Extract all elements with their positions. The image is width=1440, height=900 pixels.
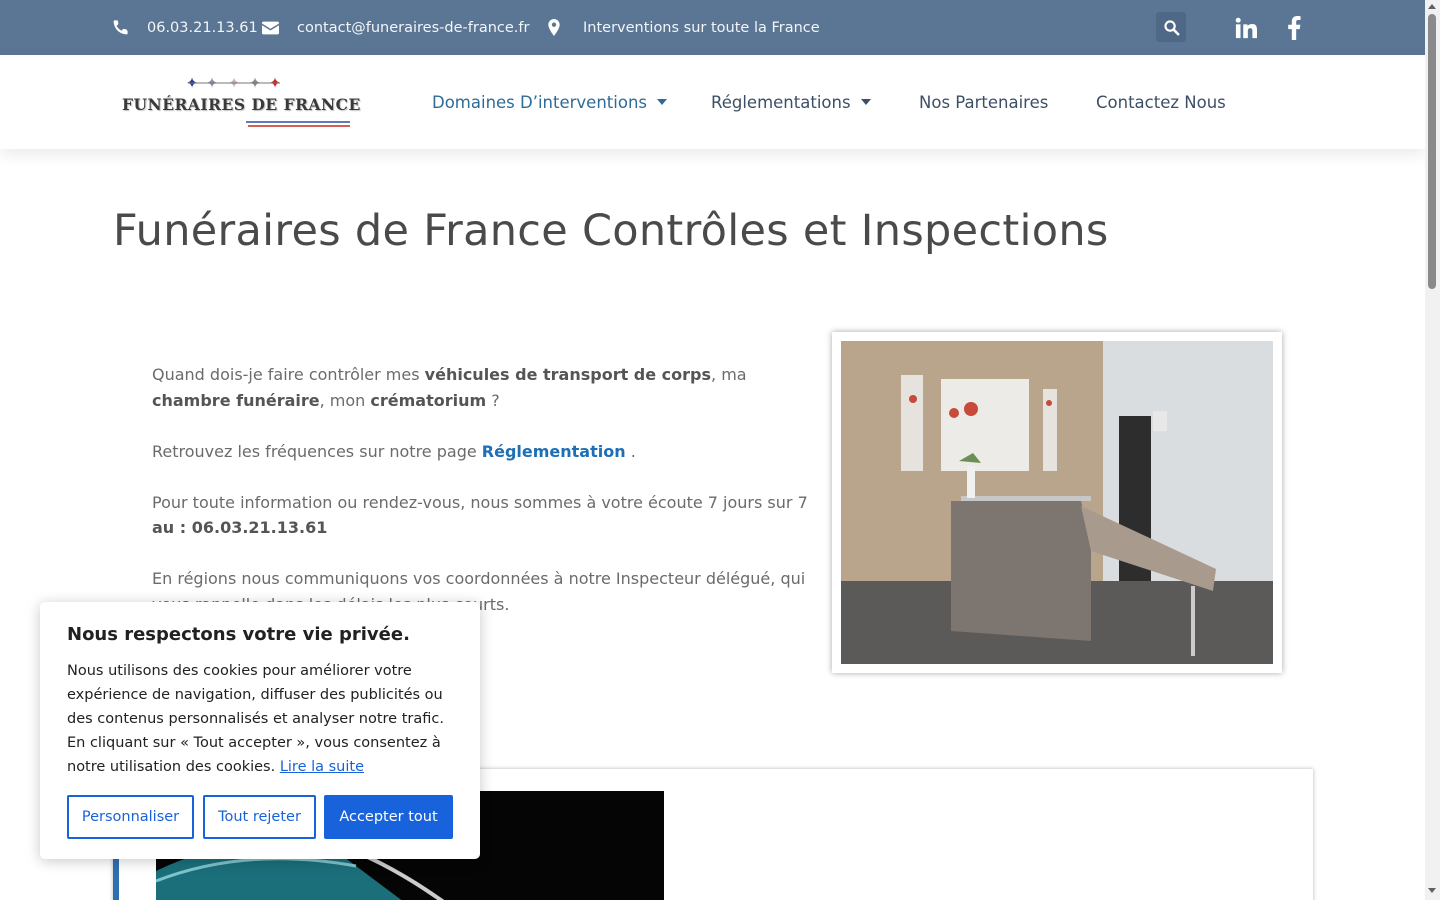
phone-icon <box>113 20 128 35</box>
top-bar: 06.03.21.13.61 contact@funeraires-de-fra… <box>0 0 1425 55</box>
search-button[interactable] <box>1156 12 1186 42</box>
text-span: Quand dois-je faire contrôler mes <box>152 365 425 384</box>
paragraph-controle: Quand dois-je faire contrôler mes véhicu… <box>152 362 812 413</box>
text-span: Retrouvez les fréquences sur notre page <box>152 441 482 461</box>
intro-content: Quand dois-je faire contrôler mes véhicu… <box>152 362 812 643</box>
bold-phone: au : 06.03.21.13.61 <box>152 518 328 537</box>
cookie-text: Nous utilisons des cookies pour améliore… <box>67 659 453 779</box>
phone-text: 06.03.21.13.61 <box>147 19 258 36</box>
nav-reglementations-label: Réglementations <box>711 92 851 112</box>
nav-domaines-label: Domaines D’interventions <box>432 92 647 112</box>
main-header: ✦ ✦ ✦ ✦ ✦ FUNÉRAIRES DE FRANCE Domaines … <box>0 55 1425 149</box>
text-span: ? <box>486 390 500 410</box>
caret-down-icon <box>860 99 871 105</box>
logo-text: FUNÉRAIRES DE FRANCE <box>122 95 361 114</box>
facebook-icon <box>1288 16 1301 40</box>
scroll-up-arrow-icon[interactable] <box>1428 4 1436 9</box>
cookie-accept-button[interactable]: Accepter tout <box>324 795 453 839</box>
nav-contact[interactable]: Contactez Nous <box>1096 55 1226 149</box>
cookie-customize-button[interactable]: Personnaliser <box>67 795 194 839</box>
location-text: Interventions sur toute la France <box>583 19 820 36</box>
linkedin-icon <box>1235 17 1257 39</box>
topbar-location: Interventions sur toute la France <box>548 0 820 55</box>
scrollbar-thumb[interactable] <box>1428 14 1436 289</box>
nav-partenaires[interactable]: Nos Partenaires <box>919 55 1048 149</box>
text-span: , ma <box>711 365 747 384</box>
reception-photo <box>841 341 1273 664</box>
paragraph-frequences: Retrouvez les fréquences sur notre page … <box>152 439 812 465</box>
search-icon <box>1163 19 1179 35</box>
cookie-consent-banner: Nous respectons votre vie privée. Nous u… <box>40 602 480 859</box>
cookie-read-more-link[interactable]: Lire la suite <box>280 759 364 775</box>
page-scrollbar[interactable] <box>1425 0 1440 900</box>
email-text: contact@funeraires-de-france.fr <box>297 19 530 36</box>
text-span: , mon <box>319 390 371 410</box>
cookie-body-text: Nous utilisons des cookies pour améliore… <box>67 663 444 775</box>
reception-photo-frame <box>832 332 1282 673</box>
bold-crematorium: crématorium <box>370 390 487 410</box>
text-span: . <box>625 441 636 461</box>
caret-down-icon <box>657 99 667 105</box>
paragraph-contact: Pour toute information ou rendez-vous, n… <box>152 490 812 541</box>
cookie-reject-button[interactable]: Tout rejeter <box>203 795 316 839</box>
reglementation-link[interactable]: Réglementation <box>482 442 626 461</box>
scroll-down-arrow-icon[interactable] <box>1428 888 1436 893</box>
reception-illustration <box>841 341 1273 664</box>
bold-vehicules: véhicules de transport de corps <box>424 365 712 384</box>
nav-partenaires-label: Nos Partenaires <box>919 92 1049 112</box>
cookie-title: Nous respectons votre vie privée. <box>67 624 410 645</box>
nav-contact-label: Contactez Nous <box>1096 92 1226 112</box>
page-title: Funéraires de France Contrôles et Inspec… <box>113 206 1109 256</box>
linkedin-link[interactable] <box>1234 14 1258 42</box>
bold-chambre: chambre funéraire <box>152 390 320 410</box>
nav-domaines[interactable]: Domaines D’interventions <box>432 55 667 149</box>
nav-reglementations[interactable]: Réglementations <box>711 55 871 149</box>
text-span: Pour toute information ou rendez-vous, n… <box>152 492 808 512</box>
facebook-link[interactable] <box>1284 14 1304 42</box>
envelope-icon <box>262 21 279 34</box>
topbar-phone[interactable]: 06.03.21.13.61 <box>112 0 258 55</box>
topbar-email[interactable]: contact@funeraires-de-france.fr <box>262 0 529 55</box>
site-logo[interactable]: ✦ ✦ ✦ ✦ ✦ FUNÉRAIRES DE FRANCE <box>118 73 360 133</box>
map-marker-icon <box>548 19 560 36</box>
